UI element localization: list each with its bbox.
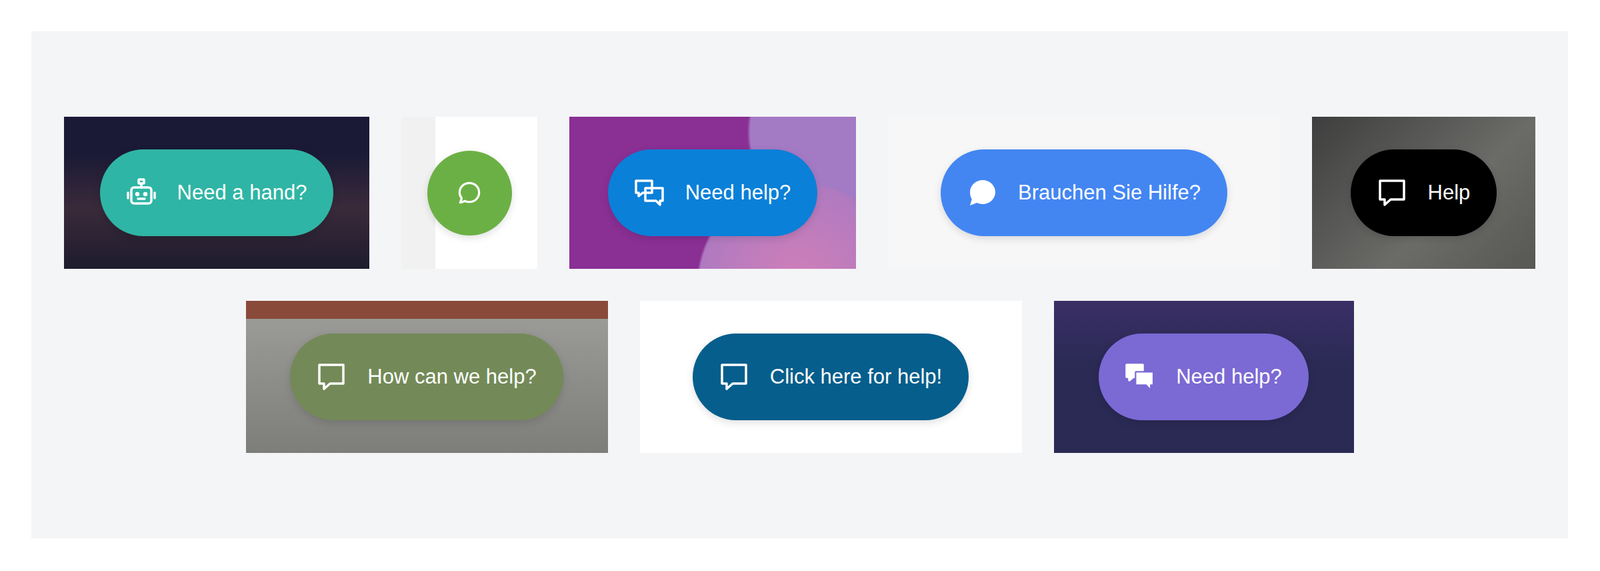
chat-square-icon [1376, 176, 1408, 209]
help-launcher-button[interactable]: How can we help? [290, 333, 563, 420]
help-launcher-button[interactable]: Need help? [1098, 333, 1309, 420]
example-tile: Need a hand? [64, 116, 370, 269]
showcase-panel: Need a hand? Need help? Brauchen Sie Hilfe… [31, 31, 1568, 538]
robot-icon [125, 176, 158, 209]
chat-square-icon [315, 360, 348, 393]
chat-square-icon [718, 360, 750, 393]
help-launcher-button[interactable]: Need help? [608, 149, 818, 236]
help-launcher-button[interactable]: Help [1350, 149, 1498, 236]
help-launcher-button[interactable] [427, 150, 512, 236]
example-tile: Click here for help! [640, 300, 1022, 453]
help-launcher-button[interactable]: Click here for help! [692, 333, 969, 420]
showcase-row: How can we help? Click here for help! Need… [246, 300, 1354, 453]
page: Need a hand? Need help? Brauchen Sie Hilfe… [0, 0, 1600, 571]
chat-bubble-icon [966, 176, 998, 209]
chat-bubble-icon [454, 178, 484, 208]
example-tile: Need help? [1054, 300, 1354, 453]
launcher-label: Need a hand? [177, 180, 308, 205]
help-launcher-button[interactable]: Brauchen Sie Hilfe? [940, 149, 1228, 236]
example-tile [401, 116, 538, 269]
example-tile: Help [1312, 116, 1536, 269]
chat-bubbles-icon [1124, 360, 1156, 393]
launcher-label: Brauchen Sie Hilfe? [1018, 180, 1201, 205]
launcher-label: Need help? [1176, 364, 1282, 389]
help-launcher-button[interactable]: Need a hand? [100, 149, 334, 236]
example-tile: How can we help? [246, 300, 608, 453]
launcher-label: Help [1428, 180, 1471, 205]
showcase-row: Need a hand? Need help? Brauchen Sie Hilfe… [64, 116, 1536, 269]
launcher-label: Need help? [685, 180, 792, 205]
launcher-label: How can we help? [367, 364, 536, 389]
launcher-label: Click here for help! [770, 364, 942, 389]
example-tile: Need help? [569, 116, 856, 269]
chat-bubbles-icon [633, 176, 666, 209]
example-tile: Brauchen Sie Hilfe? [888, 116, 1280, 269]
